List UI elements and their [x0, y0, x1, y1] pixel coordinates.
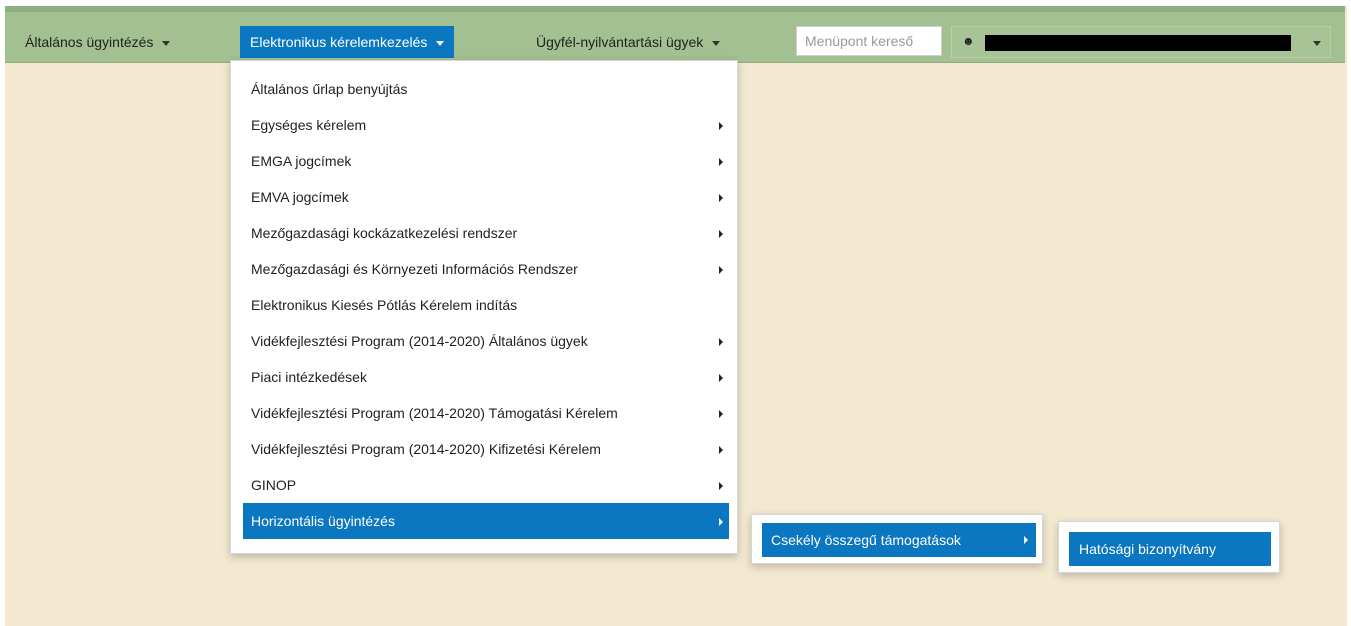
menu-item-horizontalis-ugyintezes[interactable]: Horizontális ügyintézés	[243, 503, 729, 539]
menu-item-label: Horizontális ügyintézés	[251, 513, 395, 529]
chevron-right-icon	[719, 122, 723, 130]
chevron-down-icon	[712, 40, 721, 46]
menu-item-emva-jogcimek[interactable]: EMVA jogcímek	[243, 179, 729, 215]
menu-item-label: Vidékfejlesztési Program (2014-2020) Ált…	[251, 333, 588, 349]
menu-item-ginop[interactable]: GINOP	[243, 467, 729, 503]
menu-item-emga-jogcimek[interactable]: EMGA jogcímek	[243, 143, 729, 179]
chevron-right-icon	[719, 374, 723, 382]
menu-item-label: EMGA jogcímek	[251, 153, 352, 169]
menu-item-vp-kifizetesi-kerelem[interactable]: Vidékfejlesztési Program (2014-2020) Kif…	[243, 431, 729, 467]
menu-item-kockazatkezelesi-rendszer[interactable]: Mezőgazdasági kockázatkezelési rendszer	[243, 215, 729, 251]
submenu-horizontalis-ugyintezes: Csekély összegű támogatások	[751, 514, 1043, 564]
chevron-right-icon	[719, 158, 723, 166]
menu-item-label: Hatósági bizonyítvány	[1079, 541, 1216, 557]
menu-item-label: Elektronikus Kiesés Pótlás Kérelem indít…	[251, 297, 518, 313]
user-menu[interactable]: ☻	[951, 26, 1331, 58]
top-navbar: Általános ügyintézés Elektronikus kérele…	[5, 6, 1345, 63]
chevron-down-icon	[436, 40, 445, 46]
chevron-down-icon	[162, 40, 171, 46]
submenu-csekely-osszegu-tamogatasok: Hatósági bizonyítvány	[1058, 521, 1280, 573]
chevron-right-icon	[719, 482, 723, 490]
chevron-right-icon	[719, 194, 723, 202]
menu-item-hatosagi-bizonyitvany[interactable]: Hatósági bizonyítvány	[1069, 532, 1271, 566]
menu-item-label: Vidékfejlesztési Program (2014-2020) Kif…	[251, 441, 601, 457]
chevron-right-icon	[719, 230, 723, 238]
nav-label: Elektronikus kérelemkezelés	[250, 34, 428, 50]
nav-ugyfel-nyilvantartasi-ugyek[interactable]: Ügyfél-nyilvántartási ügyek	[526, 26, 730, 58]
menu-item-vp-altalanos-ugyek[interactable]: Vidékfejlesztési Program (2014-2020) Ált…	[243, 323, 729, 359]
chevron-right-icon	[719, 518, 723, 526]
redacted-username	[985, 35, 1291, 51]
nav-elektronikus-kerelemkezeles[interactable]: Elektronikus kérelemkezelés	[240, 26, 455, 58]
menu-item-mezogazdasagi-kornyezeti-inf-rendszer[interactable]: Mezőgazdasági és Környezeti Információs …	[243, 251, 729, 287]
menu-item-label: GINOP	[251, 477, 297, 493]
chevron-right-icon	[719, 446, 723, 454]
menu-item-kieses-potlas-kerelem[interactable]: Elektronikus Kiesés Pótlás Kérelem indít…	[243, 287, 729, 323]
menu-item-label: Piaci intézkedések	[251, 369, 367, 385]
menu-search-input[interactable]	[796, 26, 942, 56]
menu-item-label: Egységes kérelem	[251, 117, 367, 133]
menu-item-label: Mezőgazdasági és Környezeti Információs …	[251, 261, 578, 277]
nav-label: Általános ügyintézés	[25, 34, 154, 50]
chevron-right-icon	[719, 410, 723, 418]
chevron-down-icon	[1313, 41, 1321, 46]
chevron-right-icon	[719, 266, 723, 274]
menu-item-vp-tamogatasi-kerelem[interactable]: Vidékfejlesztési Program (2014-2020) Tám…	[243, 395, 729, 431]
menu-item-label: Vidékfejlesztési Program (2014-2020) Tám…	[251, 405, 618, 421]
menu-item-label: Csekély összegű támogatások	[771, 532, 961, 548]
page-background: Általános ügyintézés Elektronikus kérele…	[5, 6, 1347, 626]
menu-item-csekely-osszegu-tamogatasok[interactable]: Csekély összegű támogatások	[762, 523, 1036, 557]
menu-item-altalanos-urlap[interactable]: Általános űrlap benyújtás	[243, 71, 729, 107]
menu-item-label: Általános űrlap benyújtás	[251, 81, 408, 97]
nav-label: Ügyfél-nyilvántartási ügyek	[536, 34, 704, 50]
menu-item-egyseges-kerelem[interactable]: Egységes kérelem	[243, 107, 729, 143]
nav-altalanos-ugyintezes[interactable]: Általános ügyintézés	[15, 26, 180, 58]
menu-item-piaci-intezkedesek[interactable]: Piaci intézkedések	[243, 359, 729, 395]
menu-item-label: Mezőgazdasági kockázatkezelési rendszer	[251, 225, 518, 241]
user-icon: ☻	[962, 34, 975, 48]
chevron-right-icon	[719, 338, 723, 346]
chevron-right-icon	[1024, 536, 1028, 544]
menu-item-label: EMVA jogcímek	[251, 189, 349, 205]
dropdown-menu-elektronikus-kerelemkezeles: Általános űrlap benyújtás Egységes kérel…	[230, 60, 738, 554]
